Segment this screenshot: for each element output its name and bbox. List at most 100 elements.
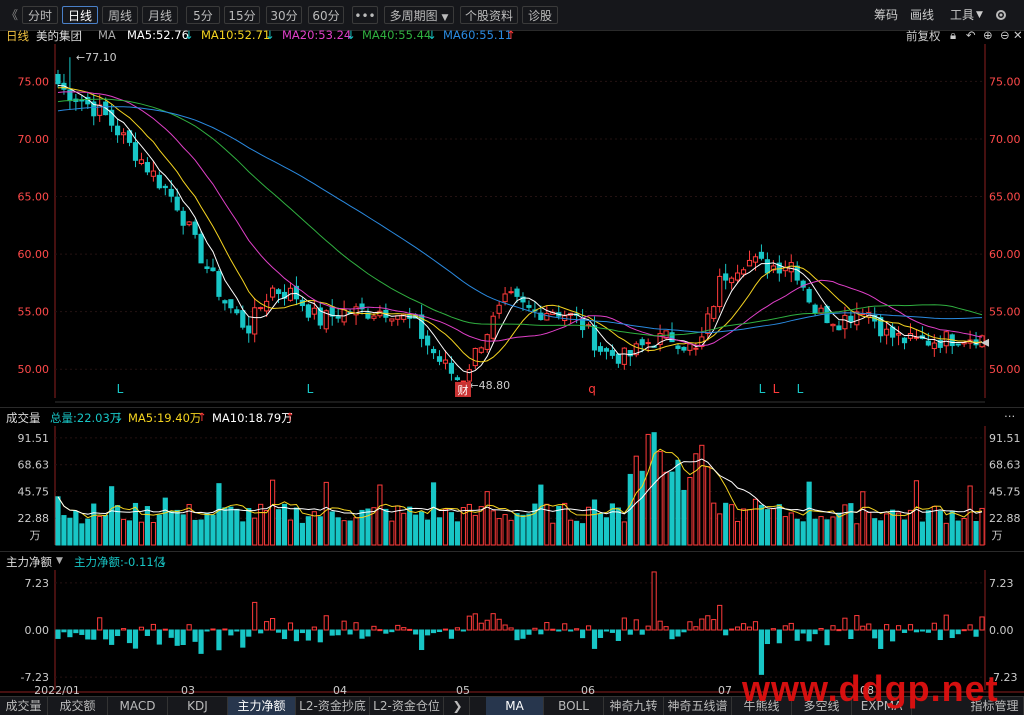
caret-down-icon: ▼ (56, 556, 63, 566)
candle-body (454, 377, 460, 381)
volume-bar (246, 508, 252, 546)
volume-bar (264, 510, 270, 546)
tab-five-line[interactable]: 神奇五线谱 (664, 697, 732, 715)
volume-bar (550, 522, 556, 546)
volume-bar (681, 489, 687, 546)
tab-nine-turn[interactable]: 神奇九转 (604, 697, 664, 715)
volume-bar (430, 482, 437, 546)
candle-body (371, 315, 377, 319)
flow-bar (788, 622, 794, 631)
chevron-right-icon[interactable]: ❯ (446, 697, 470, 715)
panel-menu-icon[interactable]: ⋯ (1004, 409, 1016, 423)
volume-bar (520, 514, 526, 546)
volume-bar (55, 496, 61, 546)
flow-bar (329, 629, 335, 636)
volume-bar (967, 485, 973, 546)
volume-bar (377, 484, 383, 546)
volume-bar (180, 514, 186, 546)
tab-l2-bottom[interactable]: L2-资金抄底 (296, 697, 370, 715)
signal-marker: L (307, 382, 314, 396)
price-tick-label: 55.00 (18, 306, 50, 319)
candle-body (740, 269, 747, 275)
flow-bar (478, 622, 484, 631)
candle-body (931, 342, 937, 350)
volume-bar (508, 519, 514, 546)
volume-bar (860, 491, 866, 546)
flow-bar (228, 629, 234, 636)
volume-bar (61, 515, 67, 546)
flow-tick-label: 7.23 (989, 577, 1014, 590)
flow-bar (979, 616, 985, 631)
flow-bar (293, 629, 300, 642)
volume-bar (454, 521, 460, 546)
volume-bar (842, 504, 848, 546)
volume-bar (192, 519, 198, 546)
candle-body (842, 314, 848, 330)
flow-bar (204, 629, 210, 632)
volume-bar (329, 511, 335, 546)
candle-body (198, 233, 204, 264)
candle-body (812, 304, 818, 314)
flow-header: 主力净额 ▼ 主力净额:-0.11亿 ↓ (0, 551, 1024, 570)
flow-bar (156, 629, 162, 645)
candle-body (597, 346, 604, 352)
event-marker: 财 (458, 383, 469, 397)
flow-bar (752, 621, 759, 631)
candle-body (645, 342, 651, 345)
tab-l2-position[interactable]: L2-资金仓位 (370, 697, 444, 715)
volume-bar (580, 523, 586, 546)
flow-bar (419, 629, 425, 651)
volume-bar (538, 484, 544, 546)
flow-bar (878, 629, 884, 649)
flow-bar (872, 629, 878, 639)
flow-bar (85, 629, 91, 640)
volume-bar (657, 451, 663, 546)
tab-macd[interactable]: MACD (108, 697, 168, 715)
volume-bar (824, 519, 830, 546)
flow-bar (407, 628, 413, 631)
candle-body (252, 307, 258, 335)
flow-bar (150, 623, 156, 631)
flow-bar (895, 625, 902, 631)
volume-bar (258, 503, 264, 546)
candle-body (693, 347, 699, 350)
candle-body (508, 291, 514, 294)
candle-body (335, 316, 341, 319)
flow-bar (413, 629, 419, 635)
tab-volume[interactable]: 成交量 (0, 697, 48, 715)
tab-ma[interactable]: MA (486, 697, 544, 715)
flow-bar (109, 629, 115, 645)
volume-bar (389, 520, 395, 546)
flow-tick-label: 7.23 (25, 577, 50, 590)
candle-body (681, 346, 687, 351)
volume-bar (448, 512, 455, 546)
volume-bar (442, 508, 449, 546)
candle-body (526, 305, 532, 308)
volume-bar (955, 520, 961, 546)
candle-body (901, 337, 908, 344)
volume-bar (931, 505, 937, 546)
tab-boll[interactable]: BOLL (544, 697, 604, 715)
price-tick-label: 70.00 (18, 133, 50, 146)
flow-bar (949, 629, 955, 639)
candle-body (496, 304, 502, 314)
volume-bar (222, 507, 228, 546)
candle-body (806, 288, 812, 303)
volume-bar (490, 510, 496, 546)
tab-kdj[interactable]: KDJ (168, 697, 228, 715)
volume-bar (413, 514, 419, 546)
volume-bar (752, 498, 759, 546)
candle-body (675, 345, 681, 349)
candle-body (925, 340, 931, 346)
tab-turnover[interactable]: 成交额 (48, 697, 108, 715)
flow-bar (848, 629, 854, 640)
flow-bar (347, 629, 353, 635)
tab-main-flow[interactable]: 主力净额 (228, 697, 296, 715)
flow-bar (556, 629, 562, 632)
volume-bar (764, 509, 770, 546)
flow-bar (776, 629, 782, 644)
flow-bar (532, 627, 538, 631)
flow-label[interactable]: 主力净额 (6, 554, 52, 570)
volume-bar (663, 471, 669, 546)
flow-bar (830, 625, 836, 631)
